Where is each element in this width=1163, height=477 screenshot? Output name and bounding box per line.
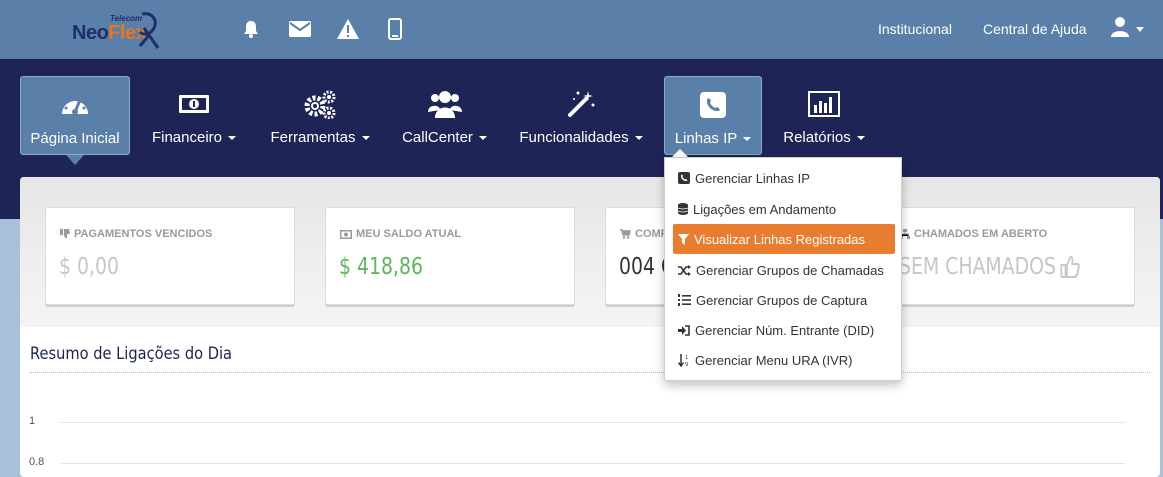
nav-label: Funcionalidades (519, 129, 629, 146)
dashboard-content: PAGAMENTOS VENCIDOS $ 0,00 MEU SALDO ATU… (20, 177, 1160, 477)
menu-item-label: Gerenciar Menu URA (IVR) (695, 352, 853, 368)
phone-square-icon (700, 87, 726, 123)
sign-in-icon (678, 324, 690, 336)
filter-icon (678, 233, 689, 245)
chevron-down-icon (228, 135, 237, 140)
database-icon (678, 203, 688, 215)
menu-item-gerenciar-linhas-ip[interactable]: Gerenciar Linhas IP (673, 163, 895, 193)
gears-icon (303, 86, 337, 122)
menu-item-ligacoes-em-andamento[interactable]: Ligações em Andamento (673, 194, 895, 224)
nav-item-relatorios[interactable]: Relatórios (778, 76, 870, 155)
dashboard-icon (60, 87, 90, 123)
chevron-down-icon (478, 135, 487, 140)
card-meu-saldo-atual[interactable]: MEU SALDO ATUAL $ 418,86 (325, 207, 575, 305)
card-title: MEU SALDO ATUAL (356, 228, 462, 240)
nav-item-linhas-ip[interactable]: Linhas IP (664, 76, 762, 155)
nav-label: CallCenter (402, 129, 473, 146)
random-icon (678, 264, 691, 276)
menu-item-gerenciar-num-entrante-did[interactable]: Gerenciar Núm. Entrante (DID) (673, 315, 895, 345)
nav-item-financeiro[interactable]: Financeiro (145, 76, 243, 155)
nav-item-funcionalidades[interactable]: Funcionalidades (513, 76, 649, 155)
help-center-link[interactable]: Central de Ajuda (983, 21, 1087, 37)
summary-panel: PAGAMENTOS VENCIDOS $ 0,00 MEU SALDO ATU… (20, 177, 1160, 327)
active-nav-pointer (66, 155, 84, 165)
bar-chart-icon (808, 86, 840, 122)
chart-ytick-label: 0.8 (29, 456, 45, 468)
nav-label: Página Inicial (30, 130, 120, 147)
card-value: SEM CHAMADOS (899, 254, 1056, 280)
card-chamados-em-aberto[interactable]: CHAMADOS EM ABERTO SEM CHAMADOS (885, 207, 1135, 305)
cart-icon (620, 229, 631, 239)
neoflex-logo[interactable]: Telecom NeoFlex (70, 6, 165, 52)
menu-item-gerenciar-menu-ura-ivr[interactable]: 19 Gerenciar Menu URA (IVR) (673, 345, 895, 375)
user-icon[interactable] (1111, 17, 1129, 42)
menu-item-label: Gerenciar Linhas IP (695, 170, 810, 186)
menu-item-label: Gerenciar Grupos de Chamadas (696, 262, 884, 278)
nav-item-ferramentas[interactable]: Ferramentas (264, 76, 376, 155)
envelope-icon[interactable] (289, 18, 311, 40)
top-bar: Telecom NeoFlex Institucional Central de… (0, 0, 1163, 59)
dropdown-arrow (672, 149, 688, 157)
nav-label: Ferramentas (270, 129, 356, 146)
nav-item-pagina-inicial[interactable]: Página Inicial (20, 76, 130, 155)
money-icon (340, 229, 352, 239)
chart-ytick-label: 1 (29, 415, 36, 427)
chevron-down-icon (634, 135, 643, 140)
users-icon (427, 86, 462, 122)
bell-icon[interactable] (240, 18, 262, 40)
menu-item-gerenciar-grupos-de-captura[interactable]: Gerenciar Grupos de Captura (673, 285, 895, 315)
menu-item-label: Gerenciar Grupos de Captura (696, 292, 868, 308)
thumbs-down-icon (60, 229, 70, 238)
card-title: PAGAMENTOS VENCIDOS (74, 228, 213, 240)
card-value: $ 0,00 (59, 254, 119, 280)
card-pagamentos-vencidos[interactable]: PAGAMENTOS VENCIDOS $ 0,00 (45, 207, 295, 305)
user-menu-caret-icon[interactable] (1136, 27, 1144, 32)
menu-item-label: Gerenciar Núm. Entrante (DID) (695, 322, 875, 338)
logo-swoosh-icon (138, 12, 160, 49)
menu-item-visualizar-linhas-registradas[interactable]: Visualizar Linhas Registradas (673, 224, 895, 254)
phone-square-icon (678, 172, 690, 184)
chart-gridline (61, 463, 1125, 464)
warning-icon[interactable] (337, 18, 359, 40)
magic-wand-icon (566, 86, 596, 122)
chevron-down-icon (361, 135, 370, 140)
chevron-down-icon (856, 135, 865, 140)
chart-gridline (61, 422, 1125, 423)
section-title: Resumo de Ligações do Dia (30, 344, 232, 364)
section-divider (30, 372, 1150, 373)
chevron-down-icon (743, 136, 752, 141)
menu-item-label: Ligações em Andamento (693, 201, 837, 217)
card-value: $ 418,86 (339, 254, 423, 280)
nav-label: Linhas IP (674, 130, 738, 147)
nav-label: Relatórios (783, 129, 851, 146)
sort-numeric-icon: 19 (678, 353, 688, 367)
mobile-icon[interactable] (384, 18, 406, 40)
svg-text:9: 9 (685, 362, 688, 367)
list-ol-icon (678, 294, 691, 306)
menu-item-gerenciar-grupos-de-chamadas[interactable]: Gerenciar Grupos de Chamadas (673, 255, 895, 285)
institucional-link[interactable]: Institucional (878, 21, 952, 37)
nav-label: Financeiro (151, 129, 223, 146)
logo-name-part1: Neo (72, 22, 109, 44)
card-title: CHAMADOS EM ABERTO (914, 228, 1048, 240)
money-icon (178, 86, 210, 122)
menu-item-label: Visualizar Linhas Registradas (694, 231, 866, 247)
svg-text:1: 1 (685, 355, 688, 361)
nav-item-callcenter[interactable]: CallCenter (396, 76, 493, 155)
thumbs-up-icon (1060, 255, 1081, 278)
linhas-ip-dropdown-menu: Gerenciar Linhas IP Ligações em Andament… (664, 157, 902, 381)
